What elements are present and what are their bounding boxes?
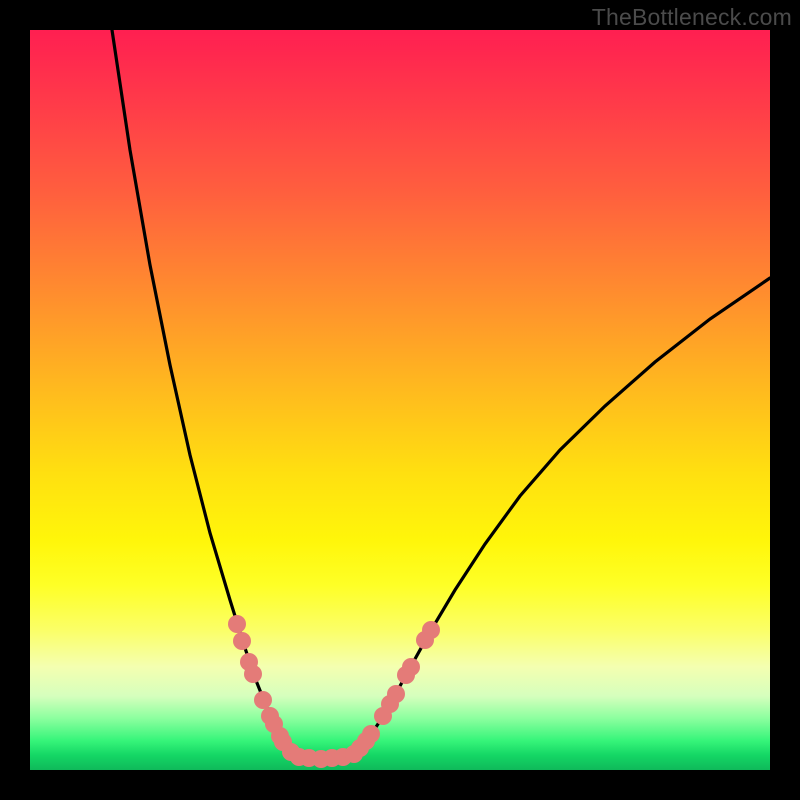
data-dot	[254, 691, 272, 709]
data-dot	[362, 725, 380, 743]
data-dot	[402, 658, 420, 676]
watermark-label: TheBottleneck.com	[592, 4, 792, 31]
curve-left	[112, 30, 298, 757]
data-dot	[422, 621, 440, 639]
overlay-svg	[30, 30, 770, 770]
data-dot	[233, 632, 251, 650]
data-dot	[228, 615, 246, 633]
chart-stage: TheBottleneck.com	[0, 0, 800, 800]
data-dot	[244, 665, 262, 683]
curve-right	[351, 278, 770, 756]
plot-area	[30, 30, 770, 770]
data-dot	[387, 685, 405, 703]
